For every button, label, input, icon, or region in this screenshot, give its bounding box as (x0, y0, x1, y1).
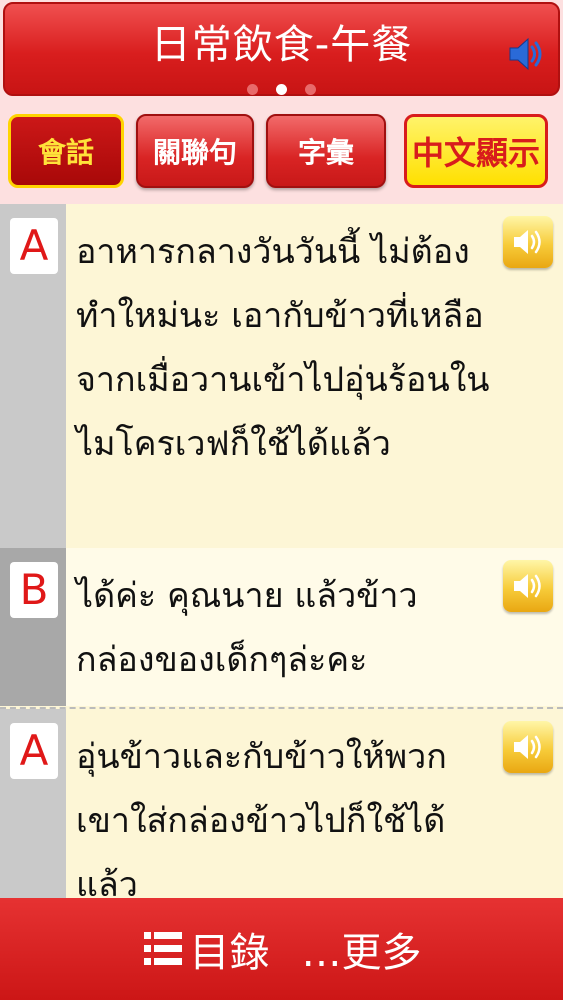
page-title: 日常飲食-午餐 (150, 22, 413, 68)
dialogue-text: อาหารกลางวันวันนี้ ไม่ต้องทำใหม่นะ เอากั… (76, 232, 490, 464)
more-label: …更多 (301, 930, 422, 976)
speaker-icon (514, 230, 541, 254)
tab-conversation[interactable]: 會話 (8, 114, 124, 188)
dialogue-text: ได้ค่ะ คุณนาย แล้วข้าวกล่องของเด็กๆล่ะคะ (76, 576, 418, 680)
speaker-icon (514, 735, 541, 759)
tab-related-sentences[interactable]: 關聯句 (136, 114, 254, 188)
dialogue-row[interactable]: A อุ่นข้าวและกับข้าวให้พวกเขาใส่กล่องข้า… (0, 709, 563, 898)
dialogue-text: อุ่นข้าวและกับข้าวให้พวกเขาใส่กล่องข้าวไ… (76, 737, 447, 898)
tab-bar: 會話 關聯句 字彙 中文顯示 (0, 100, 563, 204)
speaker-badge: B (10, 562, 58, 618)
page-dot[interactable] (305, 84, 316, 95)
page-dot[interactable] (247, 84, 258, 95)
chinese-display-toggle[interactable]: 中文顯示 (404, 114, 548, 188)
header: 日常飲食-午餐 (0, 0, 563, 100)
list-icon (143, 932, 182, 965)
dialogue-row[interactable]: B ได้ค่ะ คุณนาย แล้วข้าวกล่องของเด็กๆล่ะ… (0, 548, 563, 706)
speaker-badge: A (10, 723, 58, 779)
play-audio-button[interactable] (503, 560, 553, 612)
menu-label: 目錄 (189, 930, 270, 976)
speaker-icon (514, 574, 541, 598)
more-button[interactable]: …更多 (302, 920, 422, 978)
speaker-icon[interactable] (506, 34, 546, 74)
dialogue-row[interactable]: A อาหารกลางวันวันนี้ ไม่ต้องทำใหม่นะ เอา… (0, 204, 563, 548)
menu-button[interactable]: 目錄 (142, 920, 270, 978)
page-indicator[interactable] (5, 84, 558, 95)
page-dot-active[interactable] (276, 84, 287, 95)
bottom-bar: 目錄 …更多 (0, 898, 563, 1000)
play-audio-button[interactable] (503, 721, 553, 773)
tab-vocabulary[interactable]: 字彙 (266, 114, 386, 188)
dialogue-list[interactable]: A อาหารกลางวันวันนี้ ไม่ต้องทำใหม่นะ เอา… (0, 204, 563, 898)
play-audio-button[interactable] (503, 216, 553, 268)
title-bar: 日常飲食-午餐 (3, 2, 560, 96)
speaker-badge: A (10, 218, 58, 274)
